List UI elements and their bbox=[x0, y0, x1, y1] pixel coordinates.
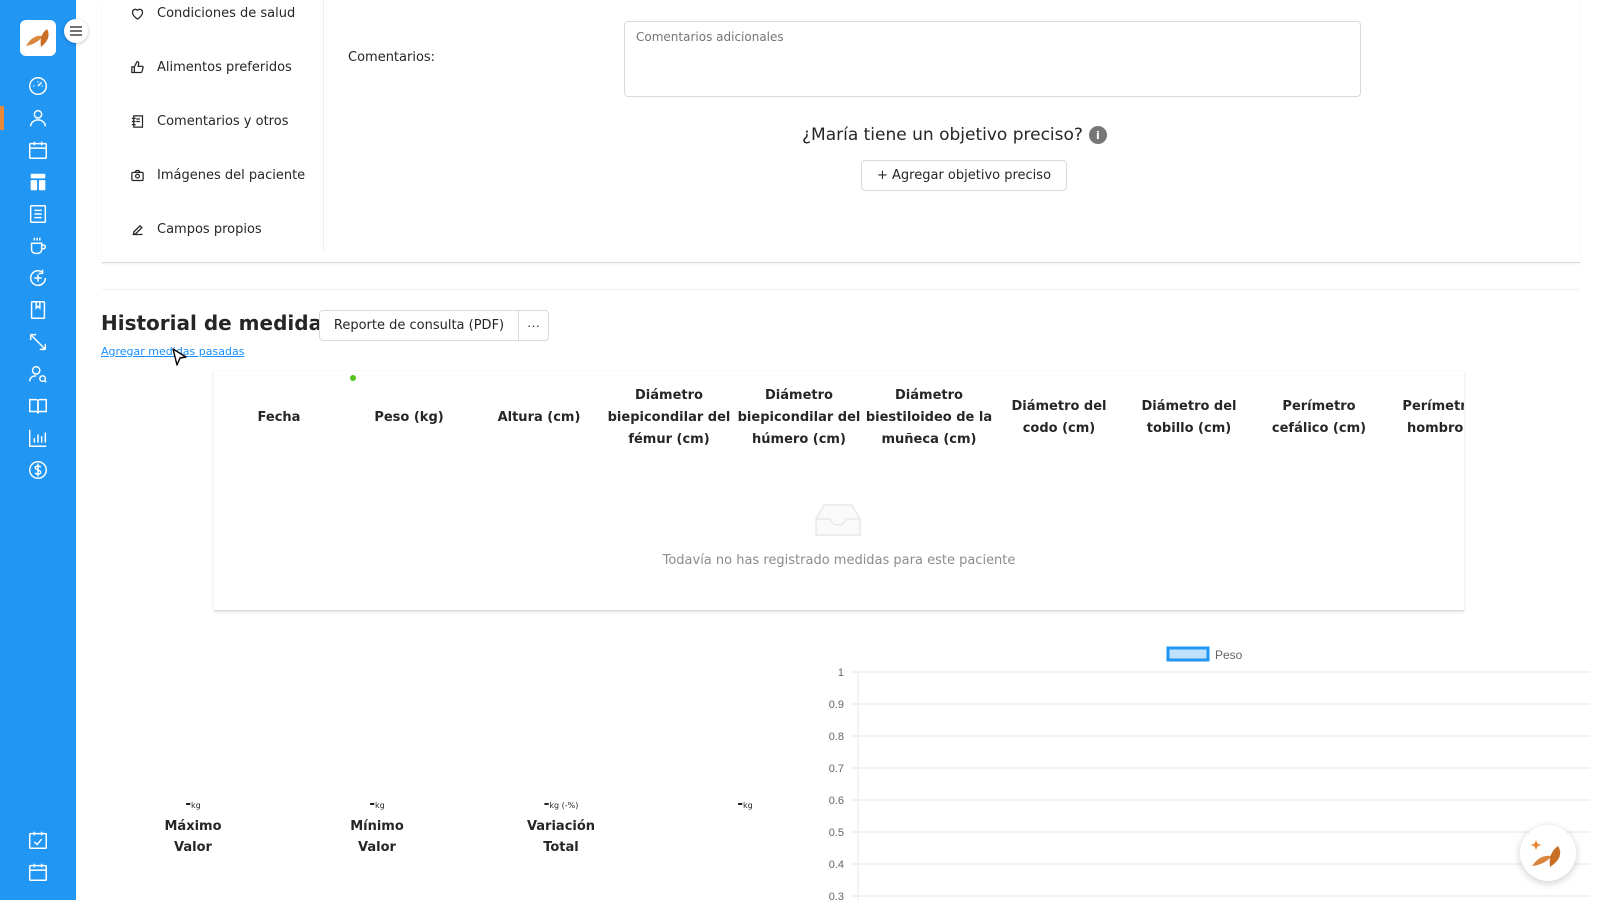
dashboard-gauge-icon[interactable] bbox=[26, 74, 50, 98]
ai-assistant-button[interactable] bbox=[1520, 825, 1576, 881]
heart-icon bbox=[131, 8, 144, 20]
y-tick-label: 0.6 bbox=[829, 795, 844, 807]
menu-item-custom-fields[interactable]: Campos propios bbox=[130, 222, 262, 237]
y-tick-label: 0.5 bbox=[829, 827, 844, 839]
weight-line-chart: Peso 1 0.9 0.8 0.7 0.6 0.5 0.4 0.3 bbox=[829, 646, 1590, 900]
camera-icon bbox=[131, 169, 144, 182]
empty-inbox-icon bbox=[815, 504, 861, 536]
stat-label-line1: Máximo bbox=[164, 819, 222, 834]
measurements-table: Fecha Peso (kg) Altura (cm) Diámetro bie… bbox=[214, 371, 1464, 611]
layout-blocks-icon[interactable] bbox=[26, 170, 50, 194]
stat-unit: kg bbox=[375, 801, 385, 810]
comments-label: Comentarios: bbox=[348, 50, 436, 65]
calendar-icon[interactable] bbox=[26, 138, 50, 162]
column-header-weight[interactable]: Peso (kg) bbox=[344, 371, 474, 465]
resize-arrows-icon[interactable] bbox=[26, 330, 50, 354]
menu-item-patient-images[interactable]: Imágenes del paciente bbox=[130, 168, 305, 183]
patient-sections-menu: Condiciones de salud Alimentos preferido… bbox=[102, 0, 324, 252]
legend-swatch-peso[interactable] bbox=[1166, 646, 1210, 662]
column-header-height[interactable]: Altura (cm) bbox=[474, 371, 604, 465]
sparkle-almond-icon bbox=[1531, 840, 1561, 867]
stat-unit: kg (-%) bbox=[549, 801, 579, 810]
y-tick-label: 0.8 bbox=[829, 731, 844, 743]
empty-state-text: Todavía no has registrado medidas para e… bbox=[662, 553, 1016, 568]
y-tick-label: 1 bbox=[838, 667, 844, 679]
app-sidebar bbox=[0, 0, 76, 900]
notes-icon bbox=[131, 115, 144, 128]
y-tick-label: 0.7 bbox=[829, 763, 844, 775]
column-header-femur-diameter[interactable]: Diámetro biepicondilar del fémur (cm) bbox=[604, 371, 734, 465]
patient-user-icon[interactable] bbox=[26, 106, 50, 130]
patient-info-card: Condiciones de salud Alimentos preferido… bbox=[102, 0, 1580, 263]
column-header-date[interactable]: Fecha bbox=[214, 371, 344, 465]
column-header-wrist-diameter[interactable]: Diámetro biestiloideo de la muñeca (cm) bbox=[864, 371, 994, 465]
stat-label-line1: Mínimo bbox=[350, 819, 404, 834]
legend-label-peso[interactable]: Peso bbox=[1215, 648, 1243, 662]
menu-item-label: Condiciones de salud bbox=[157, 6, 296, 21]
calendar-check-icon[interactable] bbox=[26, 828, 50, 852]
sidebar-toggle-button[interactable] bbox=[64, 19, 88, 43]
stat-unit: kg bbox=[743, 801, 753, 810]
y-tick-label: 0.4 bbox=[829, 859, 844, 871]
consultation-report-pdf-button[interactable]: Reporte de consulta (PDF) bbox=[319, 310, 519, 341]
menu-item-label: Campos propios bbox=[157, 222, 262, 237]
comments-textarea[interactable] bbox=[624, 21, 1361, 97]
stat-max-value: -kg Máximo Valor bbox=[123, 796, 263, 858]
dollar-icon[interactable] bbox=[26, 458, 50, 482]
thumbs-up-icon bbox=[131, 61, 144, 74]
stat-min-value: -kg Mínimo Valor bbox=[307, 796, 447, 858]
user-search-icon[interactable] bbox=[26, 362, 50, 386]
menu-item-label: Alimentos preferidos bbox=[157, 60, 292, 75]
y-tick-label: 0.9 bbox=[829, 699, 844, 711]
menu-item-comments-others[interactable]: Comentarios y otros bbox=[130, 114, 288, 129]
column-header-head-perimeter[interactable]: Perímetro cefálico (cm) bbox=[1254, 371, 1384, 465]
more-options-button[interactable]: ··· bbox=[518, 310, 549, 341]
stat-label-line1: Variación bbox=[526, 819, 596, 834]
y-tick-label: 0.3 bbox=[829, 891, 844, 900]
almond-logo-icon bbox=[26, 29, 49, 47]
book-icon[interactable] bbox=[26, 298, 50, 322]
calendar-bottom-icon[interactable] bbox=[26, 860, 50, 884]
info-icon[interactable]: i bbox=[1088, 126, 1107, 144]
hamburger-menu-icon bbox=[70, 26, 82, 36]
stat-label-line2: Valor bbox=[358, 840, 396, 855]
active-nav-indicator bbox=[0, 106, 4, 130]
stat-label-line2: Valor bbox=[174, 840, 212, 855]
stat-unit: kg bbox=[191, 801, 201, 810]
cup-icon[interactable] bbox=[26, 234, 50, 258]
column-header-shoulder-perimeter[interactable]: Perímetro hombros bbox=[1384, 371, 1464, 465]
column-header-humerus-diameter[interactable]: Diámetro biepicondilar del húmero (cm) bbox=[734, 371, 864, 465]
section-divider bbox=[102, 289, 1580, 290]
add-goal-button[interactable]: + Agregar objetivo preciso bbox=[861, 160, 1068, 191]
app-logo[interactable] bbox=[20, 20, 56, 56]
goal-question-text: ¿María tiene un objetivo preciso? bbox=[802, 125, 1083, 145]
goal-question: ¿María tiene un objetivo preciso? i bbox=[802, 125, 1107, 145]
column-header-elbow-diameter[interactable]: Diámetro del codo (cm) bbox=[994, 371, 1124, 465]
column-header-ankle-diameter[interactable]: Diámetro del tobillo (cm) bbox=[1124, 371, 1254, 465]
stat-label-line2: Total bbox=[543, 840, 579, 855]
list-document-icon[interactable] bbox=[26, 202, 50, 226]
sync-add-icon[interactable] bbox=[26, 266, 50, 290]
menu-item-label: Imágenes del paciente bbox=[157, 168, 306, 183]
open-book-icon[interactable] bbox=[26, 394, 50, 418]
menu-item-health-conditions[interactable]: Condiciones de salud bbox=[130, 6, 295, 21]
stat-current-value: -kg bbox=[675, 796, 815, 812]
pencil-icon bbox=[132, 224, 143, 236]
mouse-cursor-icon bbox=[172, 348, 187, 366]
menu-item-label: Comentarios y otros bbox=[157, 114, 289, 129]
stat-total-variation: -kg (-%) Variación Total bbox=[491, 796, 631, 858]
measurement-history-title: Historial de medidas bbox=[101, 311, 334, 335]
menu-item-preferred-foods[interactable]: Alimentos preferidos bbox=[130, 60, 292, 75]
bar-chart-icon[interactable] bbox=[26, 426, 50, 450]
